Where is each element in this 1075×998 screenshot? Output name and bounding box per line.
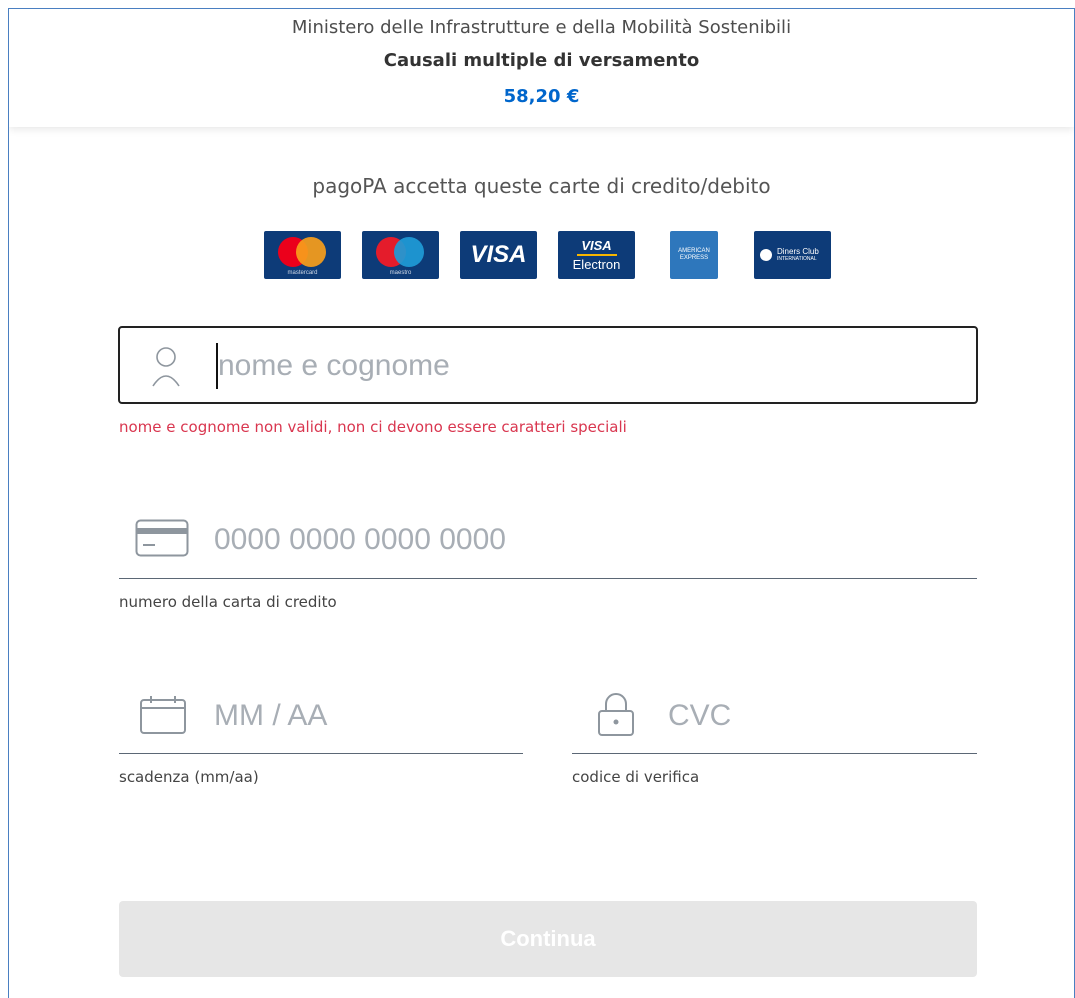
diners-club-mark <box>760 249 772 261</box>
continue-button[interactable]: Continua <box>119 901 977 977</box>
expiry-underline <box>119 753 523 754</box>
card-number-underline <box>119 578 977 579</box>
cardholder-name-field[interactable]: nome e cognome <box>118 326 978 404</box>
diners-club-logo: Diners Club INTERNATIONAL <box>754 231 831 279</box>
expiry-help: scadenza (mm/aa) <box>119 768 259 786</box>
maestro-logo: maestro <box>362 231 439 279</box>
cvc-underline <box>572 753 977 754</box>
visa-electron-stripe <box>576 254 617 256</box>
expiry-placeholder: MM / AA <box>214 699 328 732</box>
american-express-logo: AMERICAN EXPRESS <box>670 231 718 279</box>
expiry-field[interactable]: MM / AA <box>119 685 523 753</box>
payment-amount: 58,20 € <box>503 86 580 107</box>
credit-card-icon <box>135 519 189 557</box>
maestro-caption: maestro <box>389 270 412 276</box>
card-number-help: numero della carta di credito <box>119 593 337 611</box>
mastercard-logo: mastercard <box>264 231 341 279</box>
payment-reason: Causali multiple di versamento <box>383 50 700 71</box>
payment-header: Ministero delle Infrastrutture e della M… <box>9 9 1074 127</box>
visa-logo-text: VISA <box>470 241 527 268</box>
amex-text: AMERICAN EXPRESS <box>678 248 710 261</box>
visa-logo: VISA <box>460 231 537 279</box>
cardholder-name-error: nome e cognome non validi, non ci devono… <box>119 418 627 436</box>
cardholder-name-placeholder: nome e cognome <box>218 349 450 382</box>
diners-club-wordmark: Diners Club INTERNATIONAL <box>777 247 819 262</box>
lock-icon <box>598 693 634 736</box>
mastercard-caption: mastercard <box>287 270 318 276</box>
cvc-field[interactable]: CVC <box>572 685 977 753</box>
visa-electron-caption: Electron <box>572 257 621 272</box>
diners-club-caption: INTERNATIONAL <box>777 255 817 262</box>
payment-frame: Ministero delle Infrastrutture e della M… <box>8 8 1075 998</box>
calendar-icon <box>140 696 186 734</box>
cvc-placeholder: CVC <box>668 699 732 732</box>
card-number-field[interactable]: 0000 0000 0000 0000 <box>119 509 977 579</box>
card-number-placeholder: 0000 0000 0000 0000 <box>214 523 506 556</box>
visa-electron-logo: VISA Electron <box>558 231 635 279</box>
organization-name: Ministero delle Infrastrutture e della M… <box>291 17 792 38</box>
visa-electron-text: VISA <box>581 238 612 253</box>
cvc-help: codice di verifica <box>572 768 700 786</box>
accepted-cards-text: pagoPA accetta queste carte di credito/d… <box>312 174 771 198</box>
user-icon <box>152 347 180 387</box>
